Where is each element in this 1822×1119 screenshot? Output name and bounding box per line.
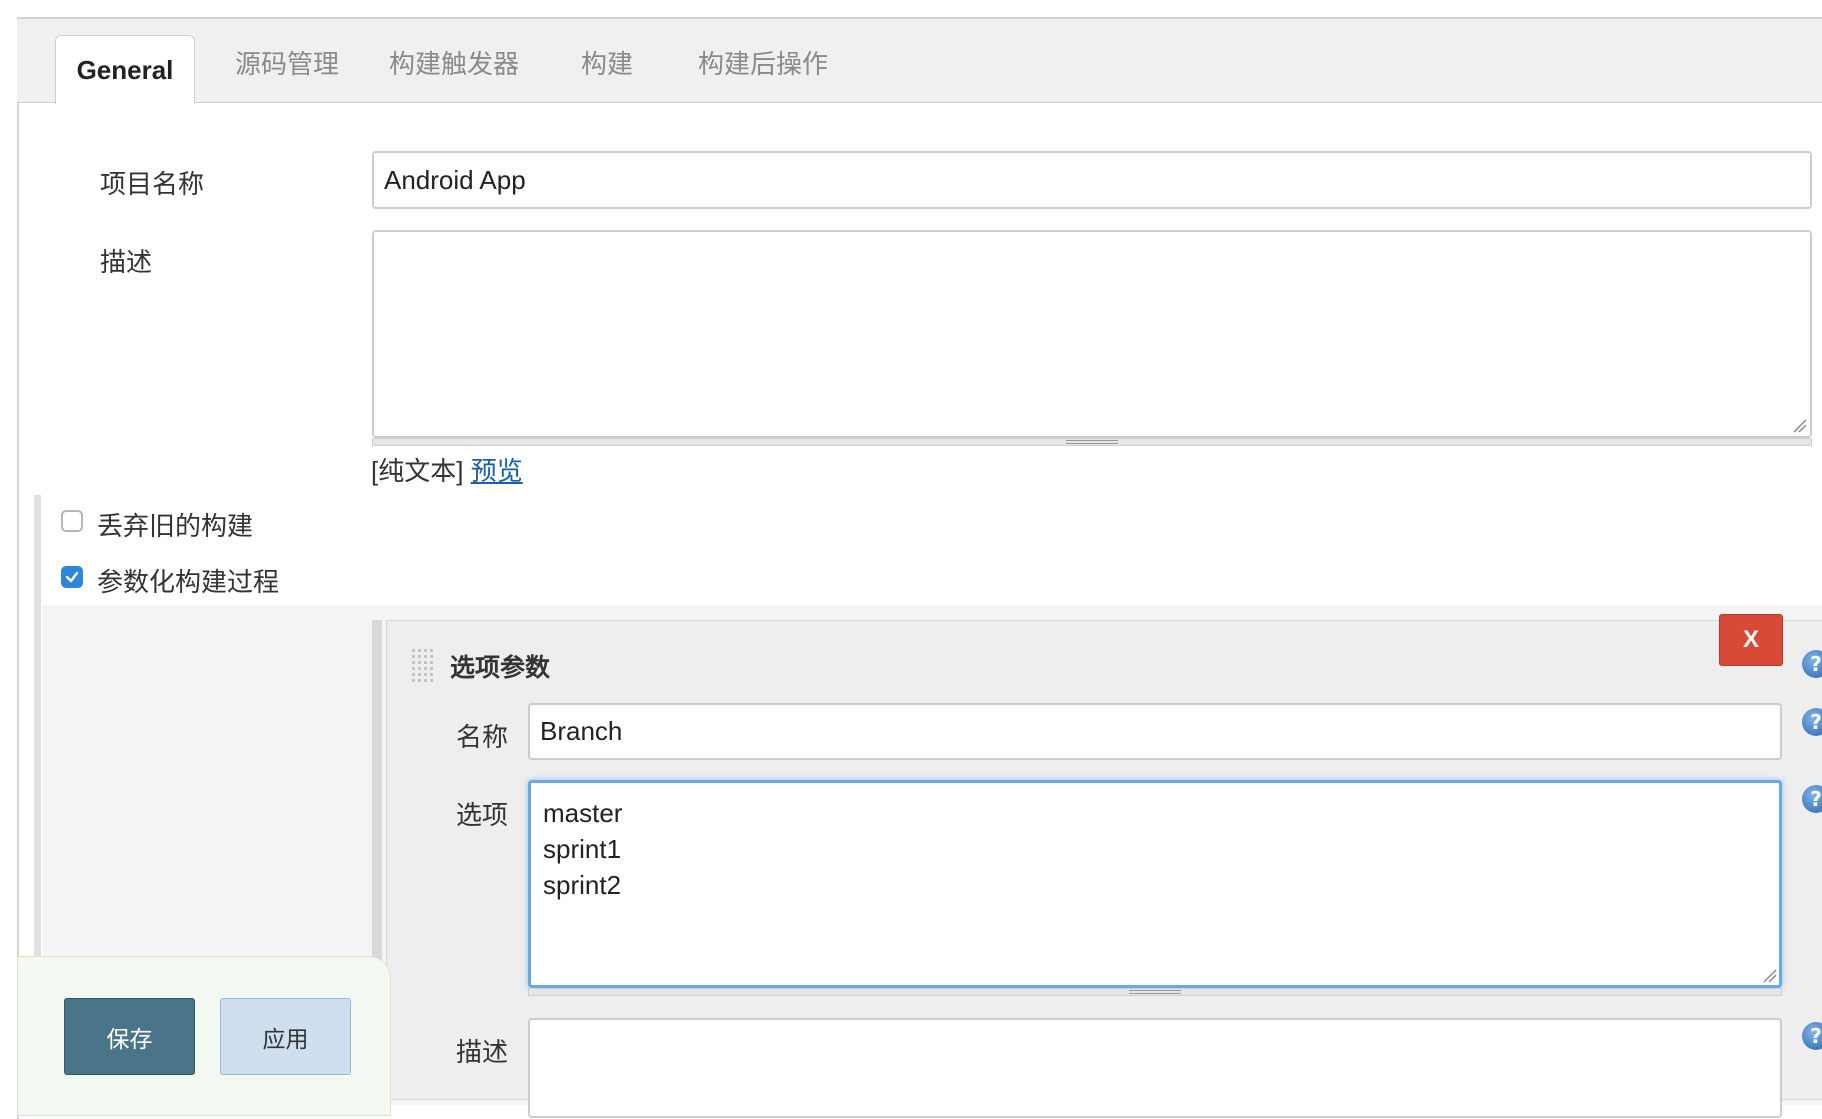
discard-old-builds-checkbox[interactable] [61,510,83,532]
description-format: [纯文本] 预览 [371,451,523,488]
description-splitter[interactable] [372,438,1812,446]
parameterized-build-checkbox[interactable] [61,566,83,588]
help-icon[interactable]: ? [1802,1022,1822,1050]
discard-old-builds-label: 丢弃旧的构建 [97,511,254,541]
description-textarea[interactable] [372,230,1812,438]
project-name-input[interactable] [372,151,1812,209]
choices-splitter[interactable] [528,988,1782,996]
parameterized-build-label: 参数化构建过程 [97,567,280,597]
help-icon[interactable]: ? [1802,708,1822,736]
description-label: 描述 [100,247,153,277]
tab-post-build[interactable]: 构建后操作 [698,47,828,81]
project-name-label: 项目名称 [100,169,205,199]
parameter-title: 选项参数 [450,654,551,682]
tab-build[interactable]: 构建 [581,47,633,81]
parameter-description-textarea[interactable] [528,1018,1782,1118]
help-icon[interactable]: ? [1802,785,1822,813]
tab-bar: General 源码管理 构建触发器 构建 构建后操作 [17,19,1822,104]
parameter-name-input[interactable] [528,703,1782,760]
choices-textarea[interactable]: master sprint1 sprint2 [528,780,1782,988]
tab-build-triggers[interactable]: 构建触发器 [389,47,519,81]
drag-handle-icon[interactable] [411,648,435,682]
format-plain-text: [纯文本] [371,456,464,486]
resize-handle-icon[interactable] [1762,968,1778,984]
choices-label: 选项 [456,800,509,830]
help-icon[interactable]: ? [1802,650,1822,678]
resize-handle-icon[interactable] [1792,418,1808,434]
checkmark-icon [65,571,79,583]
tab-general[interactable]: General [55,35,195,104]
parameter-name-label: 名称 [456,722,509,752]
delete-parameter-button[interactable]: X [1719,614,1783,666]
save-button[interactable]: 保存 [64,998,195,1075]
preview-link[interactable]: 预览 [471,456,523,486]
apply-button[interactable]: 应用 [220,998,351,1075]
tab-source-control[interactable]: 源码管理 [235,47,339,81]
parameter-description-label: 描述 [456,1037,509,1067]
